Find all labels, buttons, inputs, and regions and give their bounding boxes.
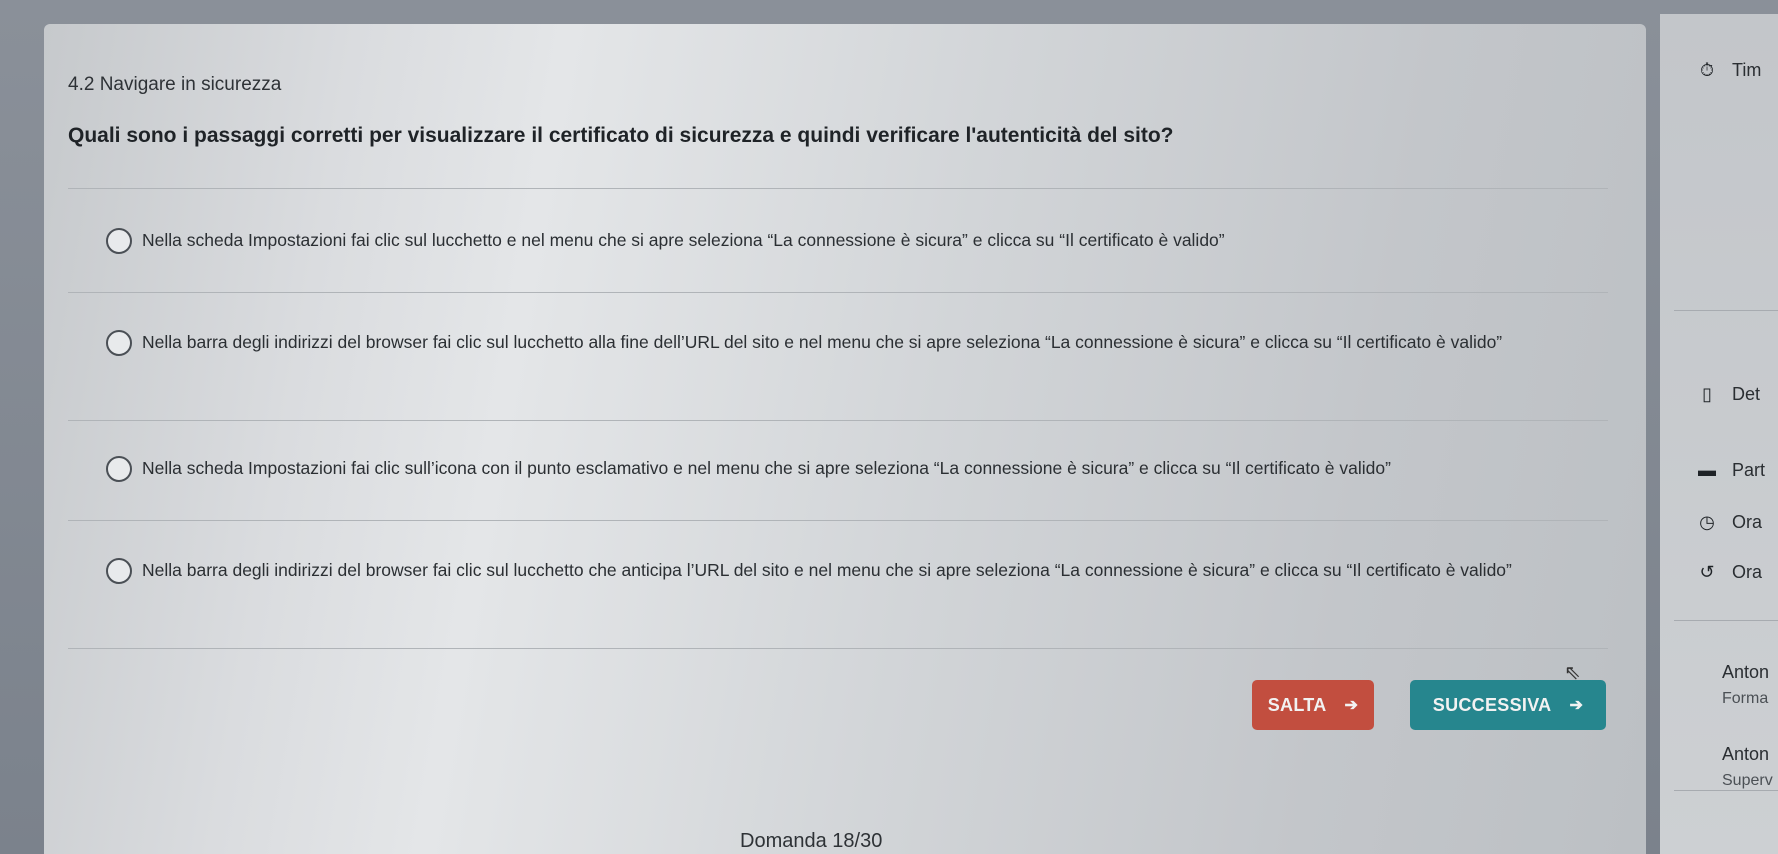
mouse-cursor-icon: ⇖ xyxy=(1564,662,1581,684)
question-progress: Domanda 18/30 xyxy=(740,830,883,852)
divider xyxy=(1674,790,1778,791)
answer-text: Nella scheda Impostazioni fai clic sull’… xyxy=(142,458,1391,478)
briefcase-icon: ▬ xyxy=(1698,460,1716,480)
section-title: 4.2 Navigare in sicurezza xyxy=(68,74,282,95)
sidebar-item-time-start: ◷ Ora xyxy=(1696,512,1762,533)
supervisor-name: Anton xyxy=(1722,744,1770,764)
details-label: Det xyxy=(1732,384,1761,404)
supervisor-role: Superv xyxy=(1722,772,1773,789)
answer-text: Nella barra degli indirizzi del browser … xyxy=(142,332,1503,352)
sidebar-item-time-history: ↺ Ora xyxy=(1696,562,1762,583)
skip-label: SALTA xyxy=(1267,694,1327,715)
history-icon: ↺ xyxy=(1699,562,1715,582)
answer-text: Nella scheda Impostazioni fai clic sul l… xyxy=(142,230,1225,250)
question-text: Quali sono i passaggi corretti per visua… xyxy=(68,124,1174,147)
divider xyxy=(68,420,1608,421)
timer-label: Tim xyxy=(1732,60,1762,80)
trainer-role: Forma xyxy=(1722,690,1769,707)
sidebar-item-label: Part xyxy=(1732,460,1766,480)
divider xyxy=(68,188,1608,189)
skip-button[interactable]: SALTA ➔ xyxy=(1252,680,1374,730)
answer-text: Nella barra degli indirizzi del browser … xyxy=(142,560,1512,580)
next-button[interactable]: SUCCESSIVA ➔ xyxy=(1410,680,1606,730)
arrow-right-icon: ➔ xyxy=(1569,697,1584,714)
divider xyxy=(68,292,1608,293)
document-icon: ▯ xyxy=(1702,384,1712,404)
sidebar-item-participants: ▬ Part xyxy=(1696,460,1765,481)
divider xyxy=(1674,310,1778,311)
divider xyxy=(1674,620,1778,621)
timer-icon: ⏱ xyxy=(1699,60,1715,80)
arrow-right-icon: ➔ xyxy=(1344,697,1359,714)
clock-icon: ◷ xyxy=(1699,512,1715,532)
sidebar-item-label: Ora xyxy=(1732,512,1763,532)
sidebar-panel xyxy=(1660,14,1778,854)
divider xyxy=(68,520,1608,521)
quiz-card xyxy=(44,24,1646,854)
next-label: SUCCESSIVA xyxy=(1432,694,1552,715)
divider xyxy=(68,648,1608,649)
sidebar-timer: ⏱ Tim xyxy=(1696,60,1761,81)
sidebar-item-label: Ora xyxy=(1732,562,1763,582)
sidebar-details[interactable]: ▯ Det xyxy=(1696,384,1760,405)
trainer-name: Anton xyxy=(1722,662,1770,682)
